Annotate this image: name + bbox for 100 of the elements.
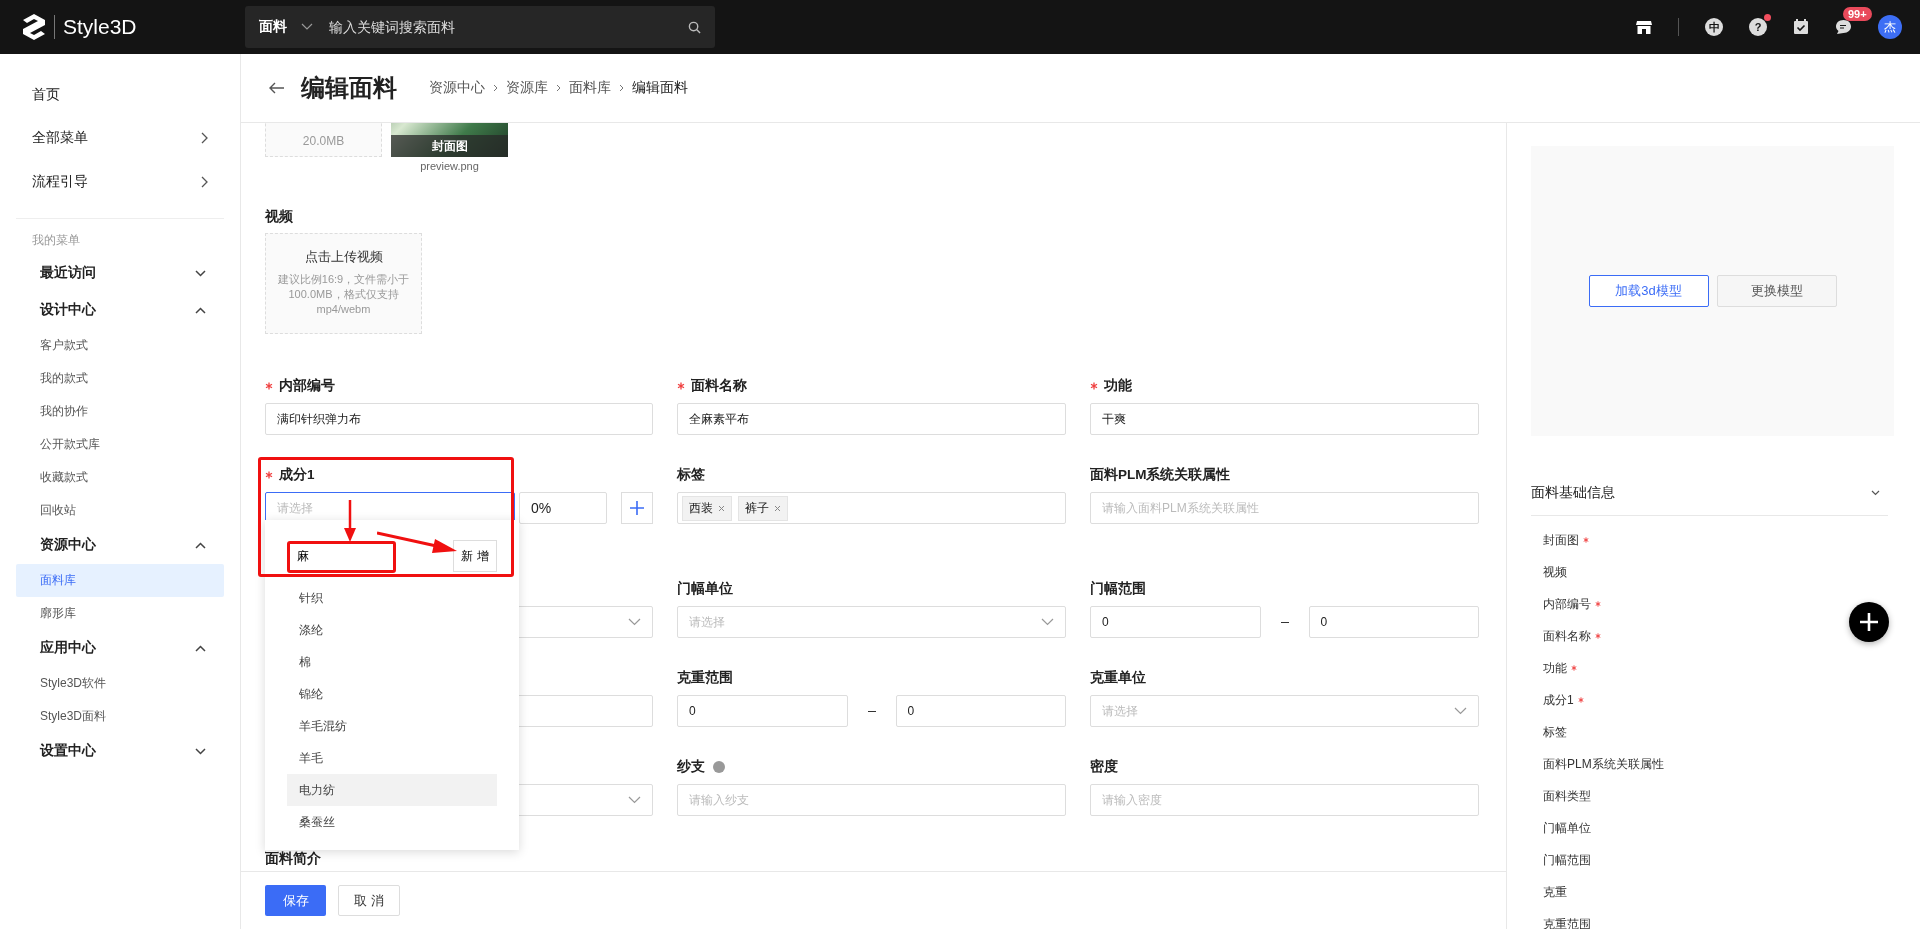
text-field[interactable]: 干爽 (1090, 403, 1479, 435)
sidebar-menu-item[interactable]: 流程引导 (16, 160, 224, 204)
anchor-link[interactable]: 克重范围 (1543, 915, 1591, 929)
text-field[interactable]: 请输入密度 (1090, 784, 1479, 816)
anchor-link[interactable]: 克重 (1543, 883, 1567, 901)
range-to-field[interactable]: 0 (895, 695, 1066, 727)
percent-field[interactable]: 0% (519, 492, 607, 524)
field-label: 面料名称 (691, 377, 747, 395)
chevron-down-icon (1041, 618, 1054, 626)
dropdown-option[interactable]: 锦纶 (287, 678, 497, 710)
calendar-check-icon[interactable] (1793, 19, 1809, 35)
sidebar-group[interactable]: 最近访问 (16, 254, 224, 292)
sidebar-section-title: 我的菜单 (31, 231, 81, 249)
anchor-link[interactable]: 面料PLM系统关联属性 (1543, 755, 1664, 773)
sidebar-menu-item[interactable]: 全部菜单 (16, 116, 224, 160)
range-from-field[interactable]: 0 (1090, 606, 1261, 638)
replace-model-button[interactable]: 更换模型 (1716, 275, 1837, 307)
dropdown-option[interactable]: 棉 (287, 646, 497, 678)
sidebar-item[interactable]: 收藏款式 (16, 460, 224, 494)
chat-icon[interactable] (1835, 19, 1852, 35)
field-label: 纱支 (677, 758, 705, 776)
anchor-link[interactable]: 面料类型 (1543, 787, 1591, 805)
text-field[interactable]: 满印针织弹力布 (265, 403, 653, 435)
section-header[interactable]: 面料基础信息 (1531, 471, 1888, 516)
help-icon[interactable]: ? (1749, 18, 1767, 36)
anchor-link[interactable]: 标签 (1543, 723, 1567, 741)
load-model-button[interactable]: 加载3d模型 (1588, 275, 1709, 307)
breadcrumb-link[interactable]: 资源库 (506, 79, 548, 97)
anchor-link[interactable]: 内部编号 (1543, 595, 1591, 613)
field-label: 门幅单位 (677, 580, 733, 598)
sidebar-menu-item[interactable]: 首页 (16, 73, 224, 117)
cancel-button[interactable]: 取 消 (338, 885, 400, 916)
sidebar-item[interactable]: 廓形库 (16, 596, 224, 630)
close-icon[interactable] (718, 504, 725, 512)
sidebar-item[interactable]: Style3D面料 (16, 699, 224, 733)
field-label: 标签 (677, 466, 705, 484)
upload-title: 点击上传视频 (303, 248, 384, 266)
store-icon[interactable] (1636, 20, 1652, 34)
sidebar-item[interactable]: 面料库 (16, 563, 224, 597)
dropdown-option[interactable]: 羊毛混纺 (287, 710, 497, 742)
field-label: 内部编号 (279, 377, 335, 395)
text-field[interactable]: 请输入面料PLM系统关联属性 (1090, 492, 1479, 524)
text-field[interactable]: 全麻素平布 (677, 403, 1066, 435)
sidebar-item[interactable]: 回收站 (16, 493, 224, 527)
anchor-link[interactable]: 成分1 (1543, 691, 1574, 709)
anchor-link[interactable]: 门幅范围 (1543, 851, 1591, 869)
anchor-link[interactable]: 面料名称 (1543, 627, 1591, 645)
search-category[interactable]: 面料 (259, 18, 287, 36)
sidebar-group[interactable]: 设计中心 (16, 291, 224, 329)
chevron-down-icon (1871, 490, 1880, 496)
field-label: 克重范围 (677, 669, 733, 687)
annotation-arrow (344, 500, 356, 542)
anchor-link[interactable]: 功能 (1543, 659, 1567, 677)
field-label: 门幅范围 (1090, 580, 1146, 598)
anchor-link[interactable]: 门幅单位 (1543, 819, 1591, 837)
range-to-field[interactable]: 0 (1308, 606, 1479, 638)
logo-text: Style3D (63, 15, 137, 39)
tag-chip: 西装 (682, 495, 732, 521)
sidebar-item[interactable]: Style3D软件 (16, 666, 224, 700)
dropdown-option[interactable]: 桑蚕丝 (287, 806, 497, 838)
breadcrumb-link[interactable]: 资源中心 (429, 79, 485, 97)
anchor-link[interactable]: 视频 (1543, 563, 1567, 581)
file-name: preview.png (420, 160, 479, 172)
dropdown-option[interactable]: 针织 (287, 582, 497, 614)
anchor-link[interactable]: 封面图 (1543, 531, 1579, 549)
dropdown-option[interactable]: 电力纺 (287, 774, 497, 806)
user-avatar[interactable]: 杰 (1878, 15, 1902, 39)
add-fab-button[interactable] (1849, 602, 1889, 642)
back-arrow-icon[interactable] (269, 82, 285, 94)
save-button[interactable]: 保存 (265, 885, 326, 916)
dropdown-option[interactable]: 羊毛 (287, 742, 497, 774)
sidebar-group[interactable]: 应用中心 (16, 629, 224, 667)
sidebar-item[interactable]: 我的协作 (16, 394, 224, 428)
add-button[interactable] (621, 492, 653, 524)
sidebar-group[interactable]: 资源中心 (16, 526, 224, 564)
close-icon[interactable] (774, 504, 781, 512)
sidebar-group[interactable]: 设置中心 (16, 732, 224, 770)
dropdown-option[interactable]: 涤纶 (287, 614, 497, 646)
breadcrumb-link[interactable]: 面料库 (569, 79, 611, 97)
chevron-up-icon (195, 306, 206, 314)
tag-field[interactable]: 西装 裤子 (677, 492, 1066, 524)
cover-label: 封面图 (391, 135, 508, 157)
sidebar-item[interactable]: 公开款式库 (16, 427, 224, 461)
chevron-down-icon (195, 747, 206, 755)
plus-icon (629, 500, 645, 516)
chevron-down-icon (628, 796, 641, 804)
range-dash (867, 710, 876, 712)
field-label: 克重单位 (1090, 669, 1146, 687)
video-upload-box[interactable]: 点击上传视频 建议比例16:9，文件需小于100.0MB，格式仅支持mp4/webm (265, 233, 422, 334)
range-from-field[interactable]: 0 (677, 695, 848, 727)
info-icon[interactable] (713, 761, 725, 773)
language-icon[interactable]: 中 (1705, 18, 1723, 36)
add-new-button[interactable]: 新 增 (453, 540, 497, 572)
sidebar-item[interactable]: 我的款式 (16, 361, 224, 395)
text-field[interactable]: 请输入纱支 (677, 784, 1066, 816)
chevron-down-icon (195, 269, 206, 277)
search-field[interactable]: 面料 输入关键词搜索面料 (245, 6, 715, 48)
field-label: 视频 (265, 208, 294, 226)
sidebar-item[interactable]: 客户款式 (16, 328, 224, 362)
search-icon[interactable] (688, 20, 701, 34)
